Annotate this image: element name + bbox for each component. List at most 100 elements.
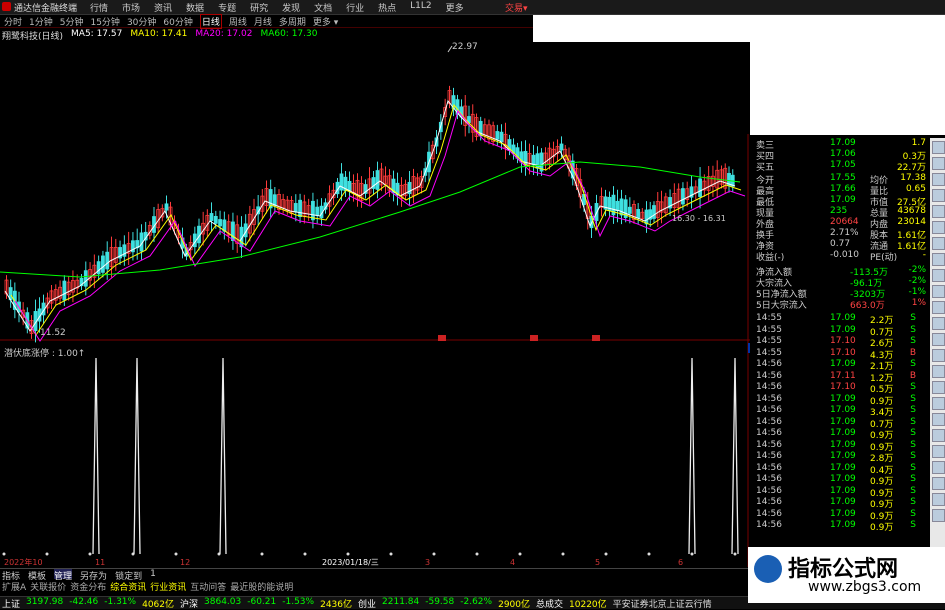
tool-button[interactable] [932,301,945,314]
period-tab[interactable]: 5分钟 [60,15,84,28]
menu-item[interactable]: 行情 [90,1,108,14]
info-tab[interactable]: 扩展A [2,580,26,593]
tool-button[interactable] [932,269,945,282]
info-tab[interactable]: 互动问答 [190,580,226,593]
period-tab[interactable]: 更多 ▾ [313,15,338,28]
tool-button[interactable] [932,413,945,426]
period-tab[interactable]: 60分钟 [163,15,192,28]
tool-button[interactable] [932,397,945,410]
info-tab[interactable]: 综合资讯 [110,580,146,593]
sz-index-label[interactable]: 沪深 [180,597,198,610]
tool-button[interactable] [932,381,945,394]
quote-row: 14:56 17.09 0.9万 S [750,393,930,407]
period-tab[interactable]: 周线 [229,15,247,28]
indicator-baseline-dot [2,552,6,556]
tick-time: 14:55 [756,336,782,346]
tool-button[interactable] [932,141,945,154]
menu-item[interactable]: 热点 [378,1,396,14]
indicator-baseline-dot [260,552,264,556]
tool-button[interactable] [932,445,945,458]
period-tab[interactable]: 15分钟 [90,15,119,28]
menu-item[interactable]: 研究 [250,1,268,14]
menu-item[interactable]: 专题 [218,1,236,14]
tool-button[interactable] [932,173,945,186]
menu-item[interactable]: 行业 [346,1,364,14]
indicator-tab[interactable]: 1 [150,569,156,579]
ask-price: 17.06 [830,149,856,159]
indicator-tab-bar: 指标 模板 管理 另存为 锁定到 1 [0,568,750,582]
cy-index-amount: 2900亿 [498,600,530,610]
tool-button[interactable] [932,509,945,522]
period-tab[interactable]: 日线 [199,13,222,29]
tool-button[interactable] [932,477,945,490]
flow-pct: -2% [908,265,926,275]
tool-button[interactable] [932,493,945,506]
tool-button[interactable] [932,157,945,170]
period-tab[interactable]: 月线 [254,15,272,28]
tool-button[interactable] [932,189,945,202]
tool-button[interactable] [932,253,945,266]
period-tab[interactable]: 1分钟 [29,15,53,28]
menu-item[interactable]: 资讯 [154,1,172,14]
trade-button[interactable]: 交易▾ [505,1,528,14]
tool-button[interactable] [932,237,945,250]
ma-info-bar: 翔鹭科技(日线) MA5: 17.57 MA10: 17.41 MA20: 17… [0,29,533,42]
tool-button[interactable] [932,205,945,218]
quote-row: 14:56 17.09 0.7万 S [750,416,930,430]
ask-price: 17.05 [830,160,856,170]
tool-button[interactable] [932,221,945,234]
flow-value: 663.0万 [850,301,885,311]
tick-time: 14:55 [756,324,782,335]
period-tab[interactable]: 30分钟 [127,15,156,28]
menu-item[interactable]: 数据 [186,1,204,14]
tool-button[interactable] [932,317,945,330]
quote-row: 净资 0.77 流通 1.61亿 [750,239,930,252]
cy-index-label[interactable]: 创业 [358,597,376,610]
cy-index-pct: -2.62% [460,597,493,607]
period-tab[interactable]: 多周期 [279,15,306,28]
ask-volume: 22.7万 [896,163,926,173]
quote-row: 14:56 17.09 2.8万 S [750,451,930,464]
tick-price: 17.10 [830,336,856,346]
menu-item[interactable]: L1L2 [410,1,431,14]
indicator-tab[interactable]: 另存为 [80,569,107,582]
tool-button[interactable] [932,429,945,442]
date-axis-label: 11 [95,558,105,567]
tick-side: S [910,405,916,415]
quote-row: 最低 17.09 市值 27.5亿 [750,195,930,208]
tick-price: 17.10 [830,347,856,358]
tick-price: 17.09 [830,416,856,427]
indicator-tab[interactable]: 模板 [28,569,46,582]
tool-button[interactable] [932,461,945,474]
indicator-tab[interactable]: 管理 [54,569,73,582]
main-menu: 行情 市场 资讯 数据 专题 研究 发现 文档 行业 热点 L1L2 更多 [90,1,464,14]
info-tab[interactable]: 行业资讯 [150,580,186,593]
candle-body [347,180,352,192]
tick-side: S [910,416,916,427]
tool-button[interactable] [932,349,945,362]
tool-button[interactable] [932,285,945,298]
info-tab[interactable]: 关联报价 [30,580,66,593]
period-tab[interactable]: 分时 [4,15,22,28]
tick-time: 14:56 [756,416,782,427]
tool-button[interactable] [932,333,945,346]
info-tab[interactable]: 最近股的能说明 [230,580,293,593]
date-axis-label: 2023/01/18/三 [322,558,379,567]
tick-price: 17.09 [830,451,856,461]
quote-row: 14:55 17.09 0.7万 S [750,324,930,338]
tick-price: 17.09 [830,393,856,404]
indicator-tab[interactable]: 锁定到 [115,569,142,582]
menu-item[interactable]: 更多 [446,1,464,14]
menu-item[interactable]: 市场 [122,1,140,14]
period-bar: 分时 1分钟 5分钟 15分钟 30分钟 60分钟 日线 周线 月线 多周期 更多 ▾ [0,13,533,29]
tick-time: 14:56 [756,428,782,438]
indicator-tab[interactable]: 指标 [2,569,20,582]
sh-index-label[interactable]: 上证 [2,597,20,610]
info-tab[interactable]: 资金分布 [70,580,106,593]
tick-price: 17.09 [830,359,856,369]
tool-button[interactable] [932,365,945,378]
menu-item[interactable]: 文档 [314,1,332,14]
date-axis-label: 12 [180,558,190,567]
kline-chart[interactable]: 19.0018.0017.0016.0015.0014.0013.0012.00… [0,42,750,567]
menu-item[interactable]: 发现 [282,1,300,14]
